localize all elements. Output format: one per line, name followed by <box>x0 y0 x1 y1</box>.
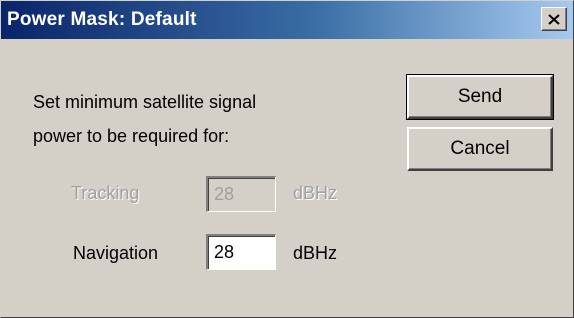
navigation-label: Navigation <box>73 243 159 263</box>
instruction-line-2: power to be required for: <box>33 126 230 146</box>
navigation-field[interactable] <box>206 234 276 270</box>
tracking-field <box>206 176 276 212</box>
instruction-line-1: Set minimum satellite signal <box>33 92 257 112</box>
close-button[interactable] <box>541 7 567 31</box>
title-bar[interactable]: Power Mask: Default <box>1 1 573 39</box>
tracking-label: Tracking <box>71 183 140 203</box>
cancel-button[interactable]: Cancel <box>407 127 553 171</box>
navigation-unit: dBHz <box>293 243 338 263</box>
tracking-unit: dBHz <box>293 183 338 203</box>
send-button[interactable]: Send <box>406 74 554 120</box>
close-icon <box>548 13 560 25</box>
power-mask-dialog: Power Mask: Default Set minimum satellit… <box>0 0 574 318</box>
instruction-text: Set minimum satellite signal power to be… <box>33 85 256 153</box>
window-title: Power Mask: Default <box>7 9 197 30</box>
